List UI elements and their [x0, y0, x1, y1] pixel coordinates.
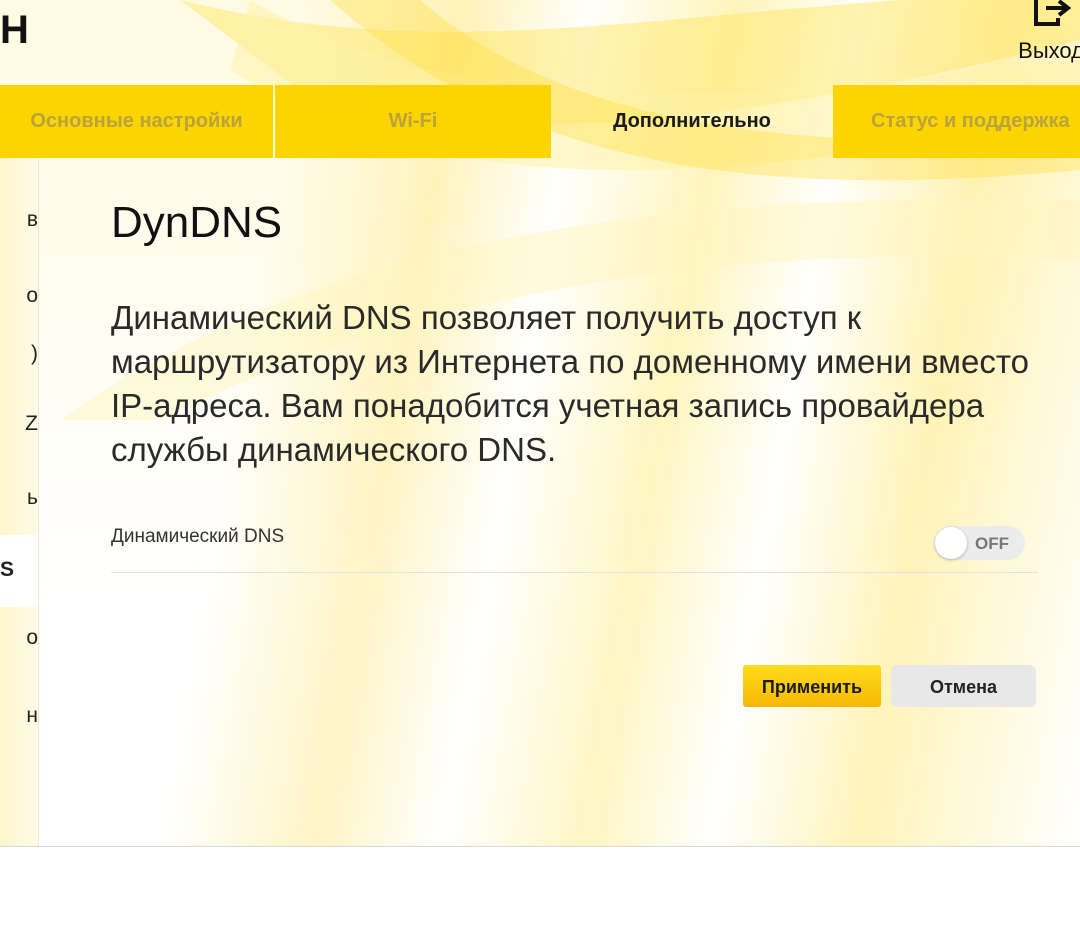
tab-wifi[interactable]: Wi-Fi — [275, 85, 551, 158]
sidebar-item-5[interactable]: ь — [0, 486, 38, 510]
sidebar-item-label: о — [26, 284, 38, 307]
footer-divider — [0, 846, 1080, 847]
logout-button[interactable]: Выход — [1014, 0, 1080, 70]
tab-status-support[interactable]: Статус и поддержка — [833, 85, 1080, 158]
page-description: Динамический DNS позволяет получить дост… — [111, 299, 1029, 468]
dyndns-setting-label: Динамический DNS — [111, 526, 285, 547]
toggle-knob — [935, 527, 967, 559]
cancel-button[interactable]: Отмена — [891, 665, 1036, 707]
sidebar-item-8[interactable]: н — [0, 704, 38, 728]
sidebar-item-label: Z — [25, 412, 38, 435]
sidebar: в о ) Z ь S о н — [0, 158, 39, 846]
sidebar-item-label: в — [26, 208, 38, 231]
sidebar-item-1[interactable]: в — [0, 208, 38, 232]
sidebar-item-label: S — [0, 558, 14, 581]
logout-label: Выход — [1018, 38, 1080, 63]
sidebar-item-2[interactable]: о — [0, 284, 38, 308]
tab-basic-settings[interactable]: Основные настройки — [0, 85, 273, 158]
apply-button[interactable]: Применить — [743, 665, 881, 707]
brand-logo-fragment: Н — [0, 8, 30, 52]
main-tabs: Основные настройки Wi-Fi Дополнительно С… — [0, 85, 1080, 158]
logout-icon — [1034, 0, 1072, 26]
sidebar-item-label: ь — [27, 486, 38, 509]
sidebar-item-label: о — [26, 626, 38, 649]
tab-advanced[interactable]: Дополнительно — [553, 85, 831, 158]
dyndns-toggle[interactable]: OFF — [934, 526, 1025, 560]
toggle-state-text: OFF — [975, 534, 1009, 553]
sidebar-item-dyndns[interactable]: S — [0, 558, 14, 582]
sidebar-item-label: н — [26, 704, 38, 727]
sidebar-item-3[interactable]: ) — [0, 342, 38, 366]
page-title: DynDNS — [111, 198, 283, 247]
sidebar-item-4[interactable]: Z — [0, 412, 38, 436]
sidebar-item-7[interactable]: о — [0, 626, 38, 650]
sidebar-item-label: ) — [31, 342, 38, 365]
dyndns-setting-row: Динамический DNS OFF — [111, 520, 1038, 573]
